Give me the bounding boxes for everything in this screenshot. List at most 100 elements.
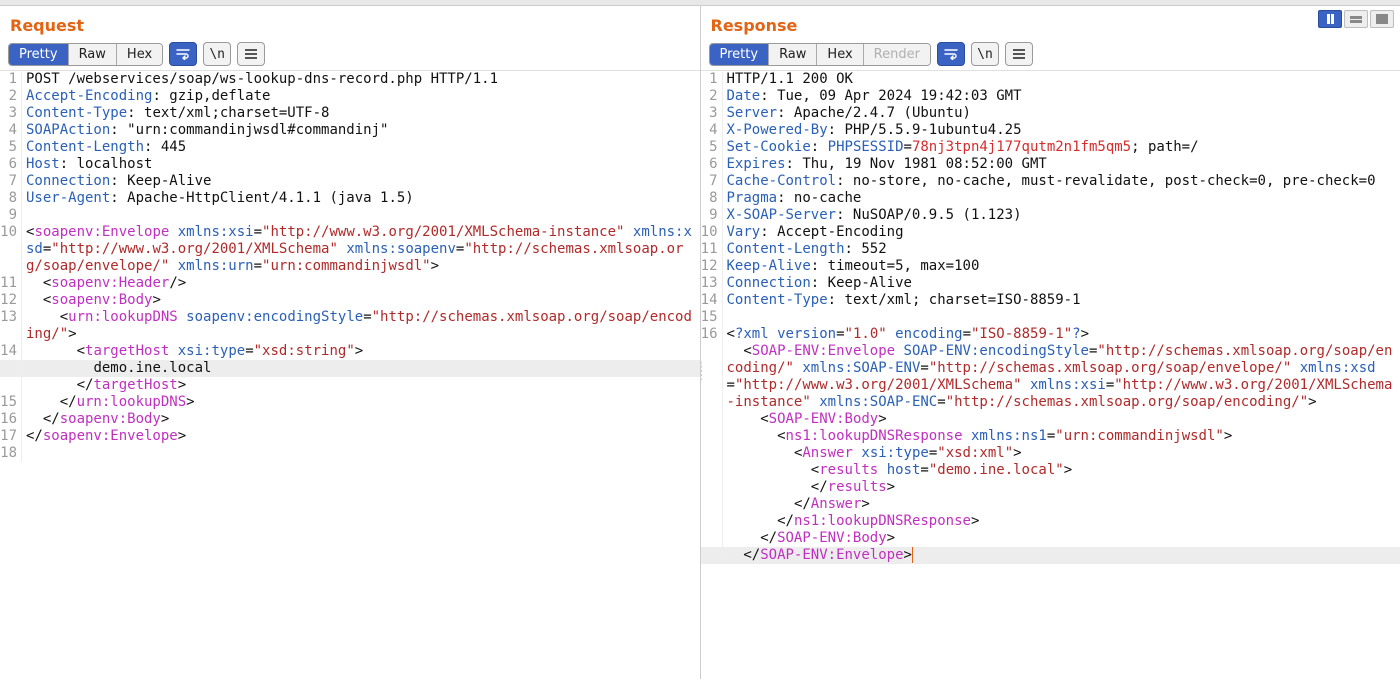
code-content[interactable]: Connection: Keep-Alive <box>723 275 1400 292</box>
code-line[interactable]: 6Host: localhost <box>0 156 700 173</box>
tab-hex[interactable]: Hex <box>817 44 863 65</box>
code-line[interactable]: 5Content-Length: 445 <box>0 139 700 156</box>
code-content[interactable] <box>723 309 1400 326</box>
code-line[interactable]: 13Connection: Keep-Alive <box>701 275 1400 292</box>
code-line[interactable]: 15 </urn:lookupDNS> <box>0 394 700 411</box>
tab-raw[interactable]: Raw <box>769 44 817 65</box>
code-content[interactable]: Set-Cookie: PHPSESSID=78nj3tpn4j177qutm2… <box>723 139 1400 156</box>
code-content[interactable]: <targetHost xsi:type="xsd:string"> <box>22 343 700 360</box>
wrap-icon[interactable] <box>169 42 197 66</box>
code-content[interactable]: <SOAP-ENV:Envelope SOAP-ENV:encodingStyl… <box>723 343 1400 411</box>
code-content[interactable]: Content-Length: 552 <box>723 241 1400 258</box>
newline-icon[interactable]: \n <box>971 42 999 66</box>
code-line[interactable]: <results host="demo.ine.local"> <box>701 462 1400 479</box>
code-content[interactable]: Connection: Keep-Alive <box>22 173 700 190</box>
code-line[interactable]: 2Date: Tue, 09 Apr 2024 19:42:03 GMT <box>701 88 1400 105</box>
tab-pretty[interactable]: Pretty <box>9 44 69 65</box>
code-content[interactable]: <Answer xsi:type="xsd:xml"> <box>723 445 1400 462</box>
code-line[interactable]: demo.ine.local <box>0 360 700 377</box>
menu-icon[interactable] <box>237 42 265 66</box>
code-content[interactable]: </SOAP-ENV:Body> <box>723 530 1400 547</box>
code-line[interactable]: <Answer xsi:type="xsd:xml"> <box>701 445 1400 462</box>
code-content[interactable]: Host: localhost <box>22 156 700 173</box>
tab-raw[interactable]: Raw <box>69 44 117 65</box>
code-line[interactable]: 12 <soapenv:Body> <box>0 292 700 309</box>
code-line[interactable]: 10<soapenv:Envelope xmlns:xsi="http://ww… <box>0 224 700 275</box>
code-content[interactable]: Content-Type: text/xml;charset=UTF-8 <box>22 105 700 122</box>
code-line[interactable]: 10Vary: Accept-Encoding <box>701 224 1400 241</box>
drag-handle[interactable]: ⋮⋮⋮ <box>701 366 708 378</box>
code-content[interactable]: Accept-Encoding: gzip,deflate <box>22 88 700 105</box>
code-content[interactable]: </Answer> <box>723 496 1400 513</box>
tab-hex[interactable]: Hex <box>117 44 162 65</box>
code-content[interactable]: User-Agent: Apache-HttpClient/4.1.1 (jav… <box>22 190 700 207</box>
code-content[interactable]: X-Powered-By: PHP/5.5.9-1ubuntu4.25 <box>723 122 1400 139</box>
code-content[interactable]: Expires: Thu, 19 Nov 1981 08:52:00 GMT <box>723 156 1400 173</box>
code-content[interactable]: Date: Tue, 09 Apr 2024 19:42:03 GMT <box>723 88 1400 105</box>
code-line[interactable]: </results> <box>701 479 1400 496</box>
code-line[interactable]: 18 <box>0 445 700 462</box>
code-content[interactable]: Cache-Control: no-store, no-cache, must-… <box>723 173 1400 190</box>
wrap-icon[interactable] <box>937 42 965 66</box>
code-content[interactable] <box>22 445 700 462</box>
code-line[interactable]: 14Content-Type: text/xml; charset=ISO-88… <box>701 292 1400 309</box>
code-line[interactable]: 13 <urn:lookupDNS soapenv:encodingStyle=… <box>0 309 700 343</box>
code-line[interactable]: 16 </soapenv:Body> <box>0 411 700 428</box>
code-content[interactable]: Pragma: no-cache <box>723 190 1400 207</box>
code-content[interactable]: </SOAP-ENV:Envelope> <box>723 547 1400 564</box>
code-content[interactable]: <soapenv:Envelope xmlns:xsi="http://www.… <box>22 224 700 275</box>
code-content[interactable]: <urn:lookupDNS soapenv:encodingStyle="ht… <box>22 309 700 343</box>
tab-pretty[interactable]: Pretty <box>710 44 770 65</box>
code-line[interactable]: <SOAP-ENV:Body> <box>701 411 1400 428</box>
code-line[interactable]: 11Content-Length: 552 <box>701 241 1400 258</box>
code-line[interactable]: 6Expires: Thu, 19 Nov 1981 08:52:00 GMT <box>701 156 1400 173</box>
layout-split-icon[interactable] <box>1318 10 1342 28</box>
code-line[interactable]: 1POST /webservices/soap/ws-lookup-dns-re… <box>0 71 700 88</box>
code-line[interactable]: 8User-Agent: Apache-HttpClient/4.1.1 (ja… <box>0 190 700 207</box>
code-line[interactable]: 2Accept-Encoding: gzip,deflate <box>0 88 700 105</box>
code-line[interactable]: </ns1:lookupDNSResponse> <box>701 513 1400 530</box>
request-editor[interactable]: 1POST /webservices/soap/ws-lookup-dns-re… <box>0 70 700 679</box>
code-line[interactable]: 15 <box>701 309 1400 326</box>
code-content[interactable]: </soapenv:Envelope> <box>22 428 700 445</box>
layout-single-icon[interactable] <box>1370 10 1394 28</box>
code-line[interactable]: 4SOAPAction: "urn:commandinjwsdl#command… <box>0 122 700 139</box>
code-content[interactable]: SOAPAction: "urn:commandinjwsdl#commandi… <box>22 122 700 139</box>
code-line[interactable]: 3Content-Type: text/xml;charset=UTF-8 <box>0 105 700 122</box>
response-editor[interactable]: 1HTTP/1.1 200 OK2Date: Tue, 09 Apr 2024 … <box>701 70 1400 679</box>
code-content[interactable]: Keep-Alive: timeout=5, max=100 <box>723 258 1400 275</box>
code-line[interactable]: 17</soapenv:Envelope> <box>0 428 700 445</box>
code-line[interactable]: 9X-SOAP-Server: NuSOAP/0.9.5 (1.123) <box>701 207 1400 224</box>
code-line[interactable]: 4X-Powered-By: PHP/5.5.9-1ubuntu4.25 <box>701 122 1400 139</box>
code-line[interactable]: </SOAP-ENV:Envelope> <box>701 547 1400 564</box>
code-line[interactable]: 12Keep-Alive: timeout=5, max=100 <box>701 258 1400 275</box>
code-content[interactable]: Vary: Accept-Encoding <box>723 224 1400 241</box>
code-content[interactable]: </targetHost> <box>22 377 700 394</box>
code-line[interactable]: <ns1:lookupDNSResponse xmlns:ns1="urn:co… <box>701 428 1400 445</box>
code-content[interactable]: Content-Length: 445 <box>22 139 700 156</box>
code-line[interactable]: 3Server: Apache/2.4.7 (Ubuntu) <box>701 105 1400 122</box>
code-line[interactable]: 11 <soapenv:Header/> <box>0 275 700 292</box>
code-line[interactable]: 8Pragma: no-cache <box>701 190 1400 207</box>
code-content[interactable]: <soapenv:Body> <box>22 292 700 309</box>
code-line[interactable]: 14 <targetHost xsi:type="xsd:string"> <box>0 343 700 360</box>
code-content[interactable]: X-SOAP-Server: NuSOAP/0.9.5 (1.123) <box>723 207 1400 224</box>
code-content[interactable]: Server: Apache/2.4.7 (Ubuntu) <box>723 105 1400 122</box>
code-content[interactable]: </results> <box>723 479 1400 496</box>
code-line[interactable]: 9 <box>0 207 700 224</box>
code-content[interactable]: demo.ine.local <box>22 360 700 377</box>
code-content[interactable]: </soapenv:Body> <box>22 411 700 428</box>
layout-rows-icon[interactable] <box>1344 10 1368 28</box>
code-content[interactable]: POST /webservices/soap/ws-lookup-dns-rec… <box>22 71 700 88</box>
code-content[interactable]: <results host="demo.ine.local"> <box>723 462 1400 479</box>
code-line[interactable]: 7Connection: Keep-Alive <box>0 173 700 190</box>
newline-icon[interactable]: \n <box>203 42 231 66</box>
code-line[interactable]: </targetHost> <box>0 377 700 394</box>
code-line[interactable]: 1HTTP/1.1 200 OK <box>701 71 1400 88</box>
code-line[interactable]: </Answer> <box>701 496 1400 513</box>
code-line[interactable]: 16<?xml version="1.0" encoding="ISO-8859… <box>701 326 1400 343</box>
menu-icon[interactable] <box>1005 42 1033 66</box>
code-content[interactable]: <ns1:lookupDNSResponse xmlns:ns1="urn:co… <box>723 428 1400 445</box>
tab-render[interactable]: Render <box>864 44 930 65</box>
code-content[interactable]: <SOAP-ENV:Body> <box>723 411 1400 428</box>
